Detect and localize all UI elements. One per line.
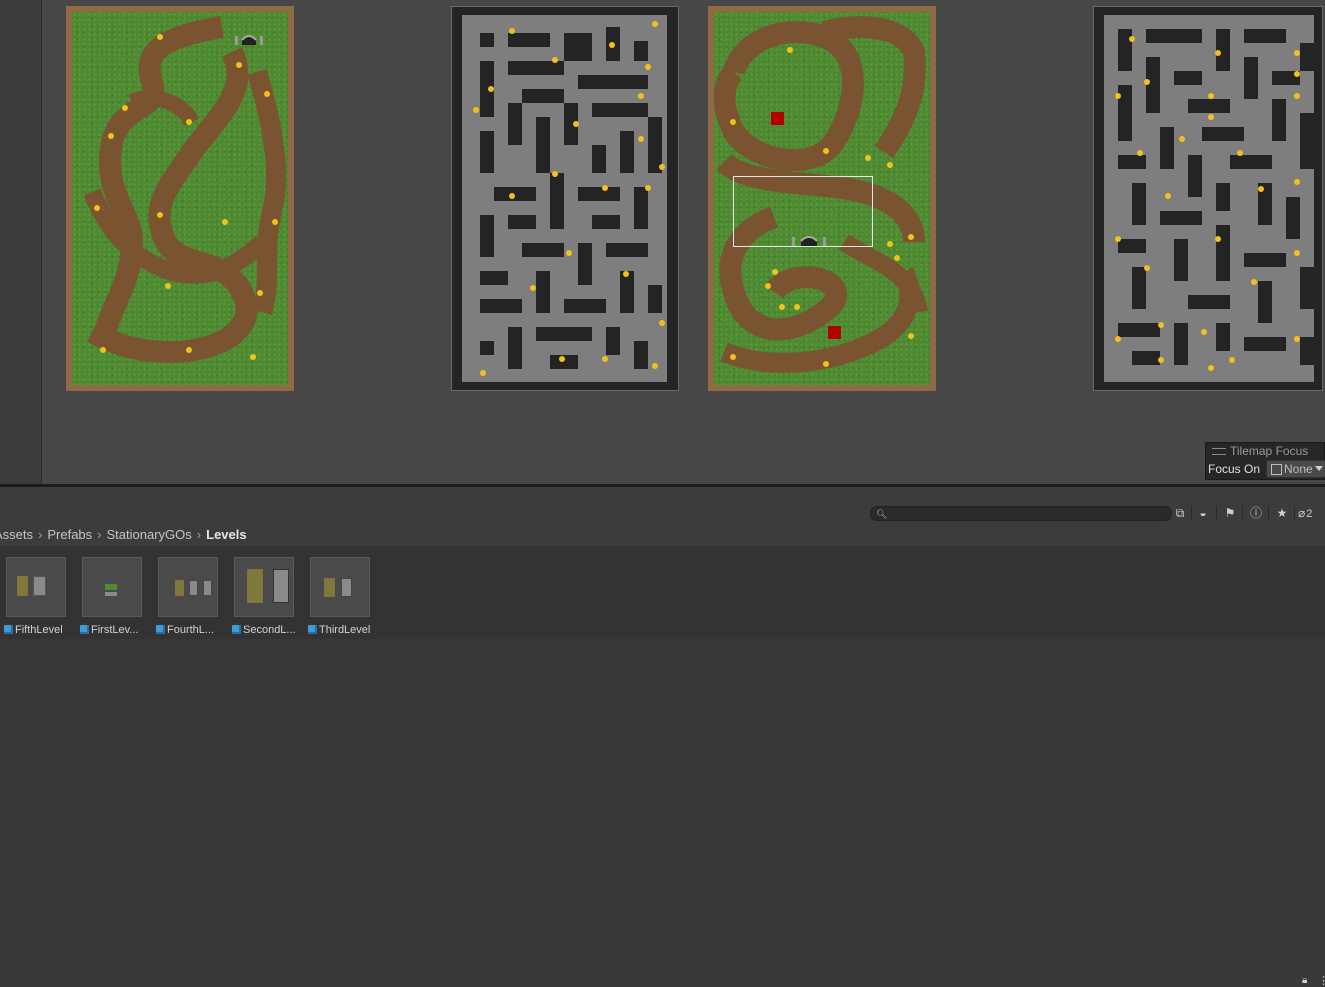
more-options-icon[interactable]: ⋮ — [1318, 974, 1325, 987]
tilemap-focus-header[interactable]: Tilemap Focus — [1212, 444, 1308, 458]
selection-rect — [733, 176, 873, 247]
tilemap-focus-overlay[interactable]: Tilemap Focus Focus On None — [1205, 442, 1325, 480]
chevron-right-icon: › — [38, 527, 43, 542]
project-toolbar: 🔍︎ ⧉ ◒ ⚑ ⓘ ★ ⌀2 — [0, 504, 1325, 525]
breadcrumb: Assets › Prefabs › StationaryGOs › Levels — [0, 524, 1325, 546]
asset-label: SecondL... — [232, 622, 296, 638]
asset-label: ThirdLevel — [308, 622, 370, 638]
dungeon-level-2[interactable] — [1093, 6, 1323, 391]
prefab-thumbnail — [6, 557, 66, 617]
prefab-thumbnail — [158, 557, 218, 617]
chevron-right-icon: › — [196, 527, 202, 542]
toolbar-divider — [1242, 506, 1243, 521]
favorite-star-icon[interactable]: ★ — [1272, 505, 1292, 522]
drag-handle-icon[interactable] — [1212, 448, 1226, 456]
asset-label: FifthLevel — [4, 622, 63, 638]
prefab-thumbnail — [234, 557, 294, 617]
search-input[interactable]: 🔍︎ — [870, 506, 1172, 521]
chevron-right-icon: › — [97, 527, 102, 542]
dungeon-level-1-map — [462, 15, 667, 382]
focus-on-value: None — [1284, 462, 1313, 476]
lock-icon[interactable]: 🔒︎ — [1302, 975, 1307, 986]
tilemap-focus-title: Tilemap Focus — [1230, 444, 1309, 458]
asset-label: FourthL... — [156, 622, 214, 638]
focus-on-dropdown[interactable]: None — [1266, 460, 1325, 478]
log-type-filter-icon[interactable]: ⓘ — [1246, 505, 1266, 522]
hidden-count: 2 — [1306, 508, 1313, 520]
scene-left-panel-edge — [0, 0, 42, 484]
prefab-thumbnail — [310, 557, 370, 617]
toolbar-divider — [1191, 506, 1192, 521]
toolbar-divider — [1216, 506, 1217, 521]
filter-by-label-icon[interactable]: ⚑ — [1220, 505, 1240, 522]
dungeon-level-2-map — [1104, 15, 1314, 382]
hidden-packages-toggle[interactable]: ⌀2 — [1298, 505, 1325, 522]
prefab-icon — [308, 625, 317, 634]
toolbar-divider — [1294, 506, 1295, 521]
toolbar-divider — [1268, 506, 1269, 521]
breadcrumb-levels[interactable]: Levels — [206, 524, 246, 546]
asset-label: FirstLev... — [80, 622, 138, 638]
eye-slash-icon: ⌀ — [1298, 506, 1306, 520]
prefab-icon — [232, 625, 241, 634]
prefab-icon — [156, 625, 165, 634]
project-panel-header: 🔒︎ ⋮ — [0, 487, 1325, 987]
breadcrumb-stationarygos[interactable]: StationaryGOs — [107, 524, 192, 546]
scene-view[interactable]: Tilemap Focus Focus On None — [0, 0, 1325, 484]
breadcrumb-prefabs[interactable]: Prefabs — [47, 524, 92, 546]
chevron-down-icon — [1315, 466, 1323, 471]
search-scope-icon[interactable]: ⧉ — [1170, 505, 1190, 522]
focus-on-label: Focus On — [1208, 462, 1261, 476]
prefab-thumbnail — [82, 557, 142, 617]
focus-target-icon — [1271, 464, 1282, 475]
filter-by-type-icon[interactable]: ◒ — [1193, 505, 1213, 522]
grass-level-1[interactable] — [66, 6, 294, 391]
asset-grid: FifthLevel FirstLev... FourthL... Second… — [0, 546, 1325, 639]
prefab-icon — [4, 625, 13, 634]
breadcrumb-assets[interactable]: Assets — [0, 524, 33, 546]
grass-level-1-coins — [94, 34, 278, 360]
dungeon-level-1[interactable] — [451, 6, 679, 391]
prefab-icon — [80, 625, 89, 634]
search-icon: 🔍︎ — [876, 509, 888, 519]
